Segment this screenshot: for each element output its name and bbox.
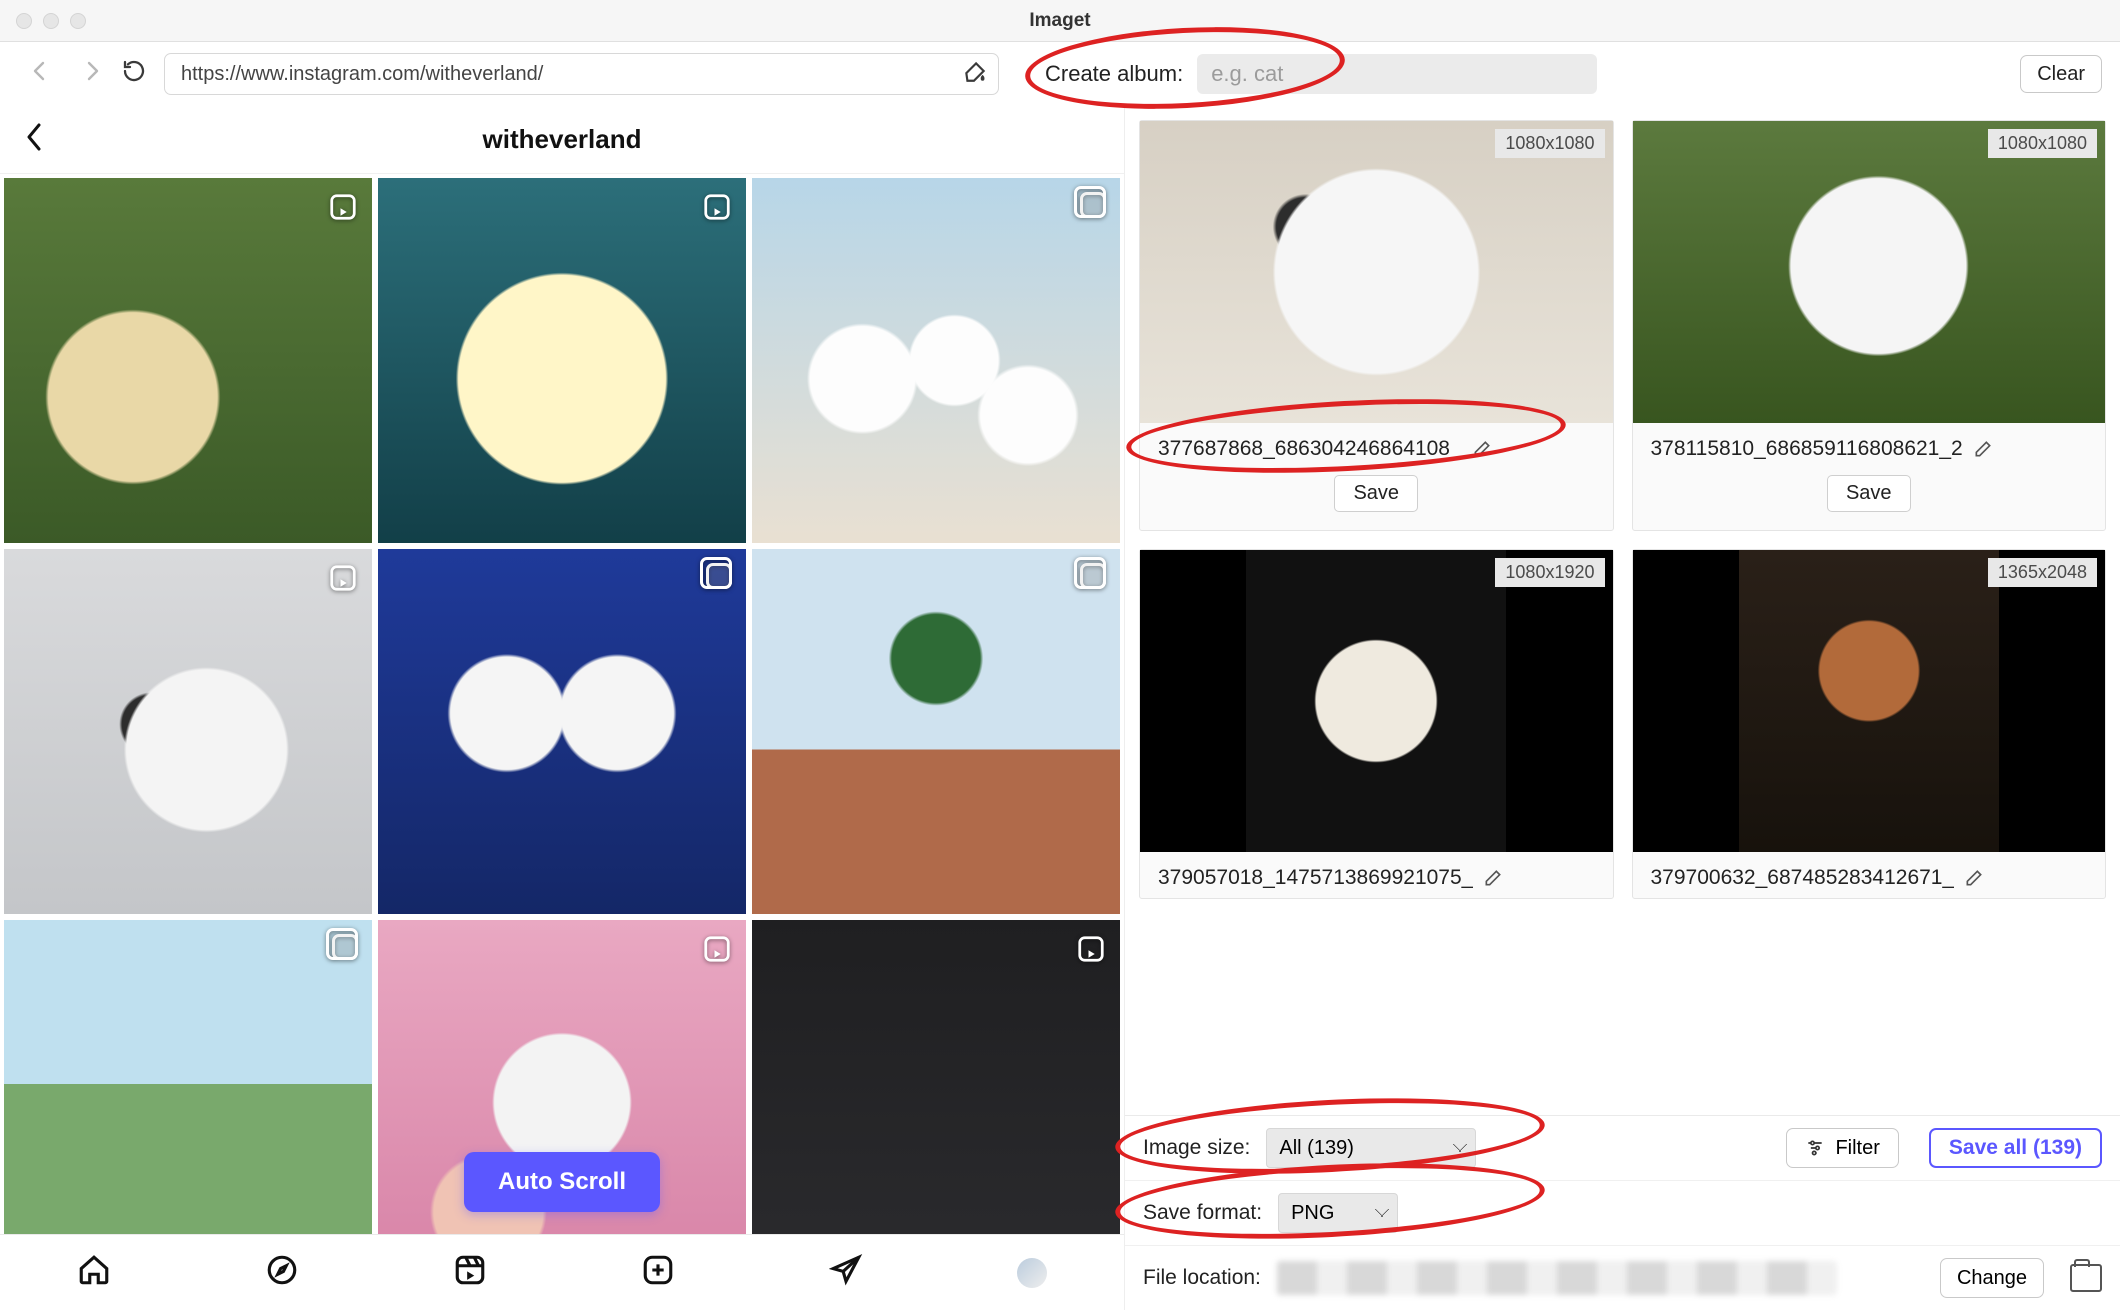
result-card[interactable]: 1365x2048 379700632_687485283412671_ [1632,549,2107,899]
dimensions-badge: 1080x1080 [1988,129,2097,158]
url-bar[interactable] [164,53,999,95]
grid-tile[interactable] [378,549,746,914]
filter-button[interactable]: Filter [1786,1128,1898,1168]
grid-tile[interactable] [752,549,1120,914]
nav-messages-icon[interactable] [829,1253,863,1293]
edit-filename-icon[interactable] [1964,868,1984,888]
file-location-label: File location: [1143,1266,1261,1290]
grid-tile[interactable] [4,178,372,543]
file-location-path [1277,1261,1837,1295]
create-album-label: Create album: [1045,61,1183,87]
browser-pane: witheverland Auto Scroll [0,106,1125,1310]
nav-back-button[interactable] [28,59,52,89]
result-card[interactable]: 1080x1920 379057018_1475713869921075_ [1139,549,1614,899]
edit-filename-icon[interactable] [1483,868,1503,888]
grid-tile[interactable] [752,920,1120,1234]
grid-tile[interactable] [378,178,746,543]
carousel-icon [332,934,358,960]
nav-reels-icon[interactable] [453,1253,487,1293]
window-title: Imaget [0,10,2120,32]
create-album-input[interactable] [1197,54,1597,94]
grid-tile[interactable] [4,549,372,914]
nav-profile-avatar[interactable] [1017,1258,1047,1288]
maximize-window-icon[interactable] [70,13,86,29]
clear-button[interactable]: Clear [2020,55,2102,93]
result-card[interactable]: 1080x1080 378115810_686859116808621_2 Sa… [1632,120,2107,531]
result-thumbnail[interactable]: 1365x2048 [1633,550,2106,852]
save-image-button[interactable]: Save [1827,475,1911,512]
grid-tile[interactable] [752,178,1120,543]
dimensions-badge: 1365x2048 [1988,558,2097,587]
results-pane: 1080x1080 377687868_686304246864108_ Sav… [1125,106,2120,1310]
result-thumbnail[interactable]: 1080x1080 [1633,121,2106,423]
save-all-button[interactable]: Save all (139) [1929,1128,2102,1168]
dimensions-badge: 1080x1080 [1495,129,1604,158]
close-window-icon[interactable] [16,13,32,29]
result-card[interactable]: 1080x1080 377687868_686304246864108_ Sav… [1139,120,1614,531]
traffic-lights [16,13,86,29]
window-titlebar: Imaget [0,0,2120,42]
edit-filename-icon[interactable] [1973,439,1993,459]
minimize-window-icon[interactable] [43,13,59,29]
result-filename[interactable]: 379057018_1475713869921075_ [1158,866,1473,890]
result-thumbnail[interactable]: 1080x1080 [1140,121,1613,423]
url-input[interactable] [181,63,962,86]
result-filename[interactable]: 379700632_687485283412671_ [1651,866,1955,890]
reload-button[interactable] [122,59,146,89]
result-grid[interactable]: 1080x1080 377687868_686304246864108_ Sav… [1125,106,2120,1115]
save-format-select[interactable]: PNG [1278,1193,1398,1233]
open-folder-icon[interactable] [2070,1264,2102,1292]
auto-scroll-button[interactable]: Auto Scroll [464,1152,660,1212]
nav-forward-button[interactable] [80,59,104,89]
reel-icon [1076,934,1106,964]
profile-header: witheverland [0,106,1124,174]
grid-tile[interactable] [4,920,372,1234]
carousel-icon [1080,192,1106,218]
top-toolbar: Create album: Clear [0,42,2120,106]
result-filename[interactable]: 378115810_686859116808621_2 [1651,437,1963,461]
paint-bucket-icon[interactable] [962,58,988,90]
nav-create-icon[interactable] [641,1253,675,1293]
nav-home-icon[interactable] [77,1253,111,1293]
profile-back-button[interactable] [22,121,46,159]
main-split: witheverland Auto Scroll [0,106,2120,1310]
change-location-button[interactable]: Change [1940,1258,2044,1298]
result-filename[interactable]: 377687868_686304246864108_ [1158,437,1462,461]
edit-filename-icon[interactable] [1472,439,1492,459]
instagram-bottom-nav [0,1234,1124,1310]
controls-panel: Image size: All (139) Filter Save all (1… [1125,1115,2120,1310]
reel-icon [702,192,732,222]
reel-icon [328,563,358,593]
image-size-label: Image size: [1143,1136,1250,1160]
reel-icon [702,934,732,964]
filter-button-label: Filter [1835,1137,1879,1160]
carousel-icon [1080,563,1106,589]
carousel-icon [706,563,732,589]
result-thumbnail[interactable]: 1080x1920 [1140,550,1613,852]
instagram-grid[interactable]: Auto Scroll [0,174,1124,1234]
nav-explore-icon[interactable] [265,1253,299,1293]
image-size-select[interactable]: All (139) [1266,1128,1476,1168]
save-image-button[interactable]: Save [1334,475,1418,512]
save-format-label: Save format: [1143,1201,1262,1225]
reel-icon [328,192,358,222]
profile-username: witheverland [0,124,1124,155]
dimensions-badge: 1080x1920 [1495,558,1604,587]
